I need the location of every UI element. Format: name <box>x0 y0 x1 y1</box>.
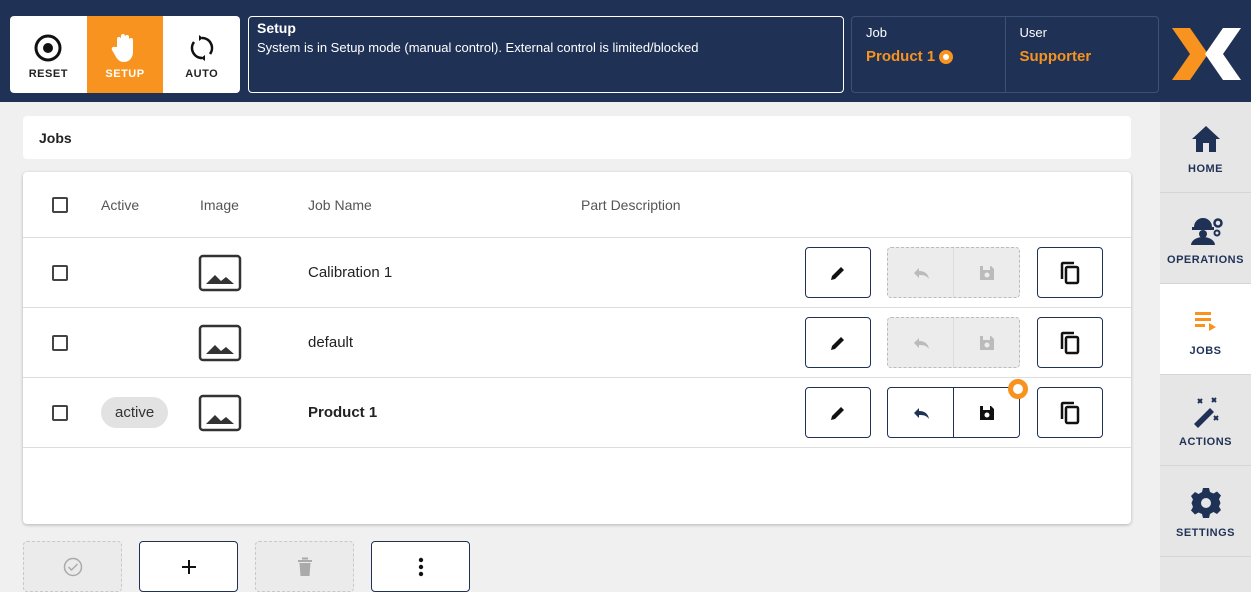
nav-operations-label: OPERATIONS <box>1167 254 1244 266</box>
save-button[interactable] <box>953 318 1019 367</box>
home-icon <box>1190 119 1222 159</box>
image-placeholder-icon <box>198 394 242 432</box>
sidebar: HOME OPERATIONS JOBS ACTIONS SETTINGS <box>1160 102 1251 592</box>
undo-button[interactable] <box>888 318 953 367</box>
setup-button[interactable]: SETUP <box>86 16 164 93</box>
select-all-checkbox[interactable] <box>52 196 68 213</box>
table-row[interactable]: active Product 1 <box>23 378 1131 448</box>
reset-button[interactable]: RESET <box>10 16 87 93</box>
magic-wand-icon <box>1190 392 1222 432</box>
edit-button[interactable] <box>805 317 871 368</box>
user-label: User <box>1019 25 1047 40</box>
pencil-icon <box>831 336 844 350</box>
header-job-name: Job Name <box>308 196 372 213</box>
duplicate-button[interactable] <box>1037 247 1103 298</box>
header-image: Image <box>200 196 239 213</box>
job-label: Job <box>866 25 887 40</box>
reset-icon <box>33 30 63 66</box>
duplicate-button[interactable] <box>1037 317 1103 368</box>
pencil-icon <box>831 266 844 280</box>
undo-button[interactable] <box>888 388 953 437</box>
nav-operations[interactable]: OPERATIONS <box>1160 193 1251 284</box>
edit-button[interactable] <box>805 247 871 298</box>
page-title: Jobs <box>23 116 1131 159</box>
nav-actions-label: ACTIONS <box>1179 436 1232 448</box>
undo-icon <box>913 267 929 279</box>
undo-button[interactable] <box>888 248 953 297</box>
header-active: Active <box>101 196 140 213</box>
header-part-description: Part Description <box>581 196 681 213</box>
more-options-button[interactable] <box>371 541 470 592</box>
jobs-list-icon <box>1193 301 1219 341</box>
nav-settings[interactable]: SETTINGS <box>1160 466 1251 557</box>
row-checkbox[interactable] <box>52 264 68 281</box>
current-user[interactable]: User Supporter <box>1004 17 1159 92</box>
top-bar: RESET SETUP AUTO Setup System is in Setu… <box>0 0 1251 102</box>
hand-icon <box>111 30 139 66</box>
pencil-icon <box>831 406 844 420</box>
more-vert-icon <box>418 557 423 576</box>
auto-label: AUTO <box>185 67 219 80</box>
auto-button[interactable]: AUTO <box>163 16 240 93</box>
copy-icon <box>1060 331 1080 354</box>
mode-selector: RESET SETUP AUTO <box>10 16 240 93</box>
setup-label: SETUP <box>105 67 145 80</box>
activate-button[interactable] <box>23 541 122 592</box>
operator-icon <box>1188 210 1224 250</box>
save-button[interactable] <box>953 379 1028 437</box>
table-row[interactable]: Calibration 1 <box>23 238 1131 308</box>
nav-jobs[interactable]: JOBS <box>1160 284 1251 375</box>
save-icon <box>979 405 994 420</box>
save-button[interactable] <box>953 248 1019 297</box>
duplicate-button[interactable] <box>1037 387 1103 438</box>
trash-icon <box>297 557 312 576</box>
current-job[interactable]: Job Product 1 <box>852 17 1005 92</box>
add-job-button[interactable] <box>139 541 238 592</box>
sync-icon <box>190 30 214 66</box>
unsaved-indicator-icon <box>939 49 954 64</box>
job-value: Product 1 <box>866 48 936 65</box>
nav-settings-label: SETTINGS <box>1175 527 1235 539</box>
save-icon <box>979 265 994 280</box>
delete-button[interactable] <box>255 541 354 592</box>
status-title: Setup <box>257 20 296 36</box>
nav-home-label: HOME <box>1188 163 1223 175</box>
table-row[interactable]: default <box>23 308 1131 378</box>
check-circle-icon <box>63 557 82 576</box>
undo-icon <box>913 337 929 349</box>
table-header: Active Image Job Name Part Description <box>23 172 1131 238</box>
jobs-table: Active Image Job Name Part Description C… <box>23 172 1131 524</box>
undo-save-group <box>887 379 1028 438</box>
reset-label: RESET <box>28 67 68 80</box>
undo-save-group <box>887 247 1020 298</box>
undo-icon <box>913 407 929 419</box>
job-name: default <box>308 334 354 351</box>
nav-home[interactable]: HOME <box>1160 102 1251 193</box>
brand-logo <box>1168 16 1245 93</box>
job-name: Calibration 1 <box>308 264 393 281</box>
plus-icon <box>181 559 196 574</box>
active-badge: active <box>101 397 169 428</box>
nav-actions[interactable]: ACTIONS <box>1160 375 1251 466</box>
job-user-info: Job Product 1 User Supporter <box>851 16 1159 93</box>
nav-jobs-label: JOBS <box>1189 345 1222 357</box>
unsaved-changes-icon <box>1008 379 1028 399</box>
job-name: Product 1 <box>308 404 378 421</box>
main-content: Jobs Active Image Job Name Part Descript… <box>0 102 1160 592</box>
copy-icon <box>1060 401 1080 424</box>
copy-icon <box>1060 261 1080 284</box>
gear-icon <box>1190 483 1222 523</box>
status-message: System is in Setup mode (manual control)… <box>257 40 699 55</box>
row-checkbox[interactable] <box>52 404 68 421</box>
save-icon <box>979 335 994 350</box>
image-placeholder-icon <box>198 324 242 362</box>
user-value: Supporter <box>1019 48 1092 65</box>
undo-save-group <box>887 317 1020 368</box>
image-placeholder-icon <box>198 254 242 292</box>
edit-button[interactable] <box>805 387 871 438</box>
row-checkbox[interactable] <box>52 334 68 351</box>
status-message-box: Setup System is in Setup mode (manual co… <box>248 16 844 93</box>
